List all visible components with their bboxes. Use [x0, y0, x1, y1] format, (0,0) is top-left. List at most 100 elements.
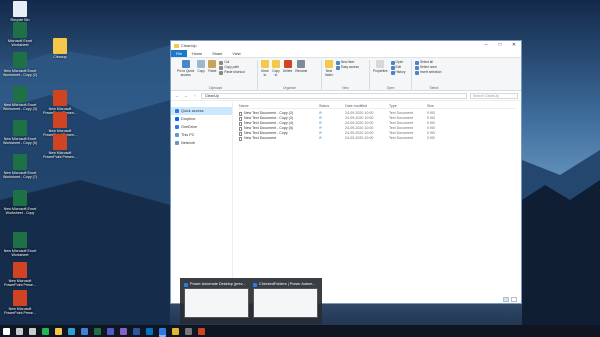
desktop-icon-label: New Microsoft Excel Worksheet - Copy [3, 207, 37, 216]
copy-button[interactable]: Copy [197, 60, 206, 77]
large-icons-view-icon[interactable] [511, 297, 517, 302]
desktop-icon-label: Cleanup [53, 55, 67, 59]
back-arrow-icon[interactable]: ← [174, 93, 180, 98]
desktop-icon-excel[interactable]: Microsoft Excel Worksheet [0, 22, 40, 48]
desktop-icon-label: New Microsoft Excel Worksheet - Copy (3) [2, 103, 38, 112]
store-icon[interactable] [81, 327, 88, 335]
desktop-icon-excel[interactable]: New Microsoft Excel Worksheet - Copy (5) [0, 120, 40, 146]
desktop-icon-excel[interactable]: New Microsoft Excel Worksheet - Copy (3) [0, 86, 40, 112]
search-icon[interactable] [16, 327, 23, 335]
new-folder-button[interactable]: New folder [325, 60, 333, 77]
address-bar[interactable]: CleanUp [201, 92, 467, 99]
copy-to-button[interactable]: Copy to [272, 60, 280, 77]
excel-file-icon [13, 190, 27, 206]
nav-item-dropbox[interactable]: Dropbox [171, 115, 232, 123]
windows-start-icon[interactable] [3, 327, 10, 335]
details-view-icon[interactable] [503, 297, 509, 302]
column-status[interactable]: Status [319, 103, 345, 108]
edit-icon [390, 65, 395, 70]
invert-selection-button[interactable]: Invert selection [415, 70, 453, 75]
tab-share[interactable]: Share [207, 50, 227, 57]
desktop-icon-excel[interactable]: New Microsoft Excel Worksheet - Copy (7) [0, 154, 40, 180]
outlook-icon[interactable] [146, 327, 153, 335]
rename-button[interactable]: Rename [295, 60, 307, 77]
power-automate-icon[interactable] [159, 327, 166, 335]
open-label: Open [386, 86, 395, 90]
sync-status-icon: ⟳ [319, 136, 323, 140]
teams-icon[interactable] [107, 327, 114, 335]
text-file-icon [239, 111, 242, 116]
easy-access-button[interactable]: Easy access [336, 65, 359, 70]
desktop-icon-ppt[interactable]: New Microsoft PowerPoint Presen... [40, 134, 80, 160]
history-button[interactable]: History [390, 70, 405, 75]
pin-quick-access-button[interactable]: Pin to Quick access [177, 60, 194, 77]
column-size[interactable]: Size [427, 103, 451, 108]
ribbon-group-new: New folder New item Easy access New [322, 60, 370, 90]
search-input[interactable]: Search CleanUp [470, 92, 518, 99]
text-file-icon [239, 121, 242, 126]
ribbon: Pin to Quick access Copy Paste Cut Copy … [171, 58, 521, 91]
table-row[interactable]: New Text Document ⟳ 24-09-2020 10:00 Text D… [239, 136, 515, 141]
file-list: Name Status Date modified Type Size New … [233, 101, 521, 293]
computer-icon [175, 133, 179, 137]
ppt-file-icon [53, 112, 67, 128]
word-icon[interactable] [133, 327, 140, 335]
task-view-icon[interactable] [29, 327, 36, 335]
thumbnail-checked-folders[interactable]: CheckedFolders | Power Autom... [253, 281, 318, 321]
tab-view[interactable]: View [227, 50, 245, 57]
visual-studio-icon[interactable] [120, 327, 127, 335]
desktop-icon-excel[interactable]: New Microsoft Excel Worksheet - Copy (2) [0, 52, 40, 78]
powerpoint-icon[interactable] [198, 327, 205, 335]
move-to-button[interactable]: Move to [261, 60, 269, 77]
desktop-icon-ppt[interactable]: New Microsoft PowerPoint Prese... [0, 290, 40, 316]
forward-arrow-icon[interactable]: → [183, 93, 189, 98]
desktop-icon-excel[interactable]: New Microsoft Excel Worksheet [0, 232, 40, 258]
paste-button[interactable]: Paste [208, 60, 216, 77]
select-none-icon [415, 65, 419, 70]
nav-item-onedrive[interactable]: OneDrive [171, 123, 232, 131]
column-date-modified[interactable]: Date modified [345, 103, 389, 108]
nav-item-network[interactable]: Network [171, 139, 232, 147]
nav-item-this-pc[interactable]: This PC [171, 131, 232, 139]
properties-icon [376, 60, 385, 68]
edge-icon[interactable] [68, 327, 75, 335]
excel-icon[interactable] [94, 327, 101, 335]
desktop-icon-excel[interactable]: New Microsoft Excel Worksheet - Copy [0, 190, 40, 216]
up-arrow-icon[interactable]: ↑ [192, 93, 198, 98]
date-modified-cell: 24-09-2020 10:00 [345, 136, 374, 140]
properties-button[interactable]: Properties [373, 60, 388, 75]
maximize-icon[interactable]: □ [493, 41, 507, 50]
nav-item-quick-access[interactable]: Quick access [171, 107, 232, 115]
open-icon [390, 60, 395, 65]
text-file-icon [239, 126, 242, 131]
thumbnail-preview-image [184, 288, 249, 318]
chrome-icon[interactable] [172, 327, 179, 335]
delete-button[interactable]: Delete [283, 60, 292, 77]
file-name-cell: New Text Document [239, 136, 319, 141]
new-item-icon [336, 60, 340, 65]
desktop-icon-doc[interactable]: Recycle Bin [0, 1, 40, 22]
desktop-icon-label: Microsoft Excel Worksheet [7, 39, 33, 48]
spotify-icon[interactable] [42, 327, 49, 335]
folder-icon [174, 43, 179, 48]
ribbon-tabs: File Home Share View [171, 50, 521, 58]
thumbnail-power-automate[interactable]: Power Automate Desktop (prev... [184, 281, 249, 321]
paste-icon [208, 60, 217, 68]
select-label: Select [429, 86, 439, 90]
paste-shortcut-button[interactable]: Paste shortcut [219, 70, 245, 75]
ppt-file-icon [13, 262, 27, 278]
text-file-icon [239, 131, 242, 136]
tab-home[interactable]: Home [187, 50, 207, 57]
close-icon[interactable]: ✕ [507, 41, 521, 50]
minimize-icon[interactable]: – [479, 41, 493, 50]
window-titlebar[interactable]: CleanUp – □ ✕ [171, 41, 521, 50]
navigation-pane: Quick access Dropbox OneDrive This PC Ne… [171, 101, 233, 293]
file-explorer-icon[interactable] [55, 327, 62, 335]
column-name[interactable]: Name [239, 103, 319, 108]
file-explorer-window[interactable]: CleanUp – □ ✕ File Home Share View Pin t… [170, 40, 522, 304]
tab-file[interactable]: File [171, 50, 188, 57]
column-type[interactable]: Type [389, 103, 427, 108]
desktop-icon-folder[interactable]: Cleanup [40, 38, 80, 59]
desktop-icon-ppt[interactable]: New Microsoft PowerPoint Prese... [0, 262, 40, 288]
camera-icon[interactable] [185, 327, 192, 335]
